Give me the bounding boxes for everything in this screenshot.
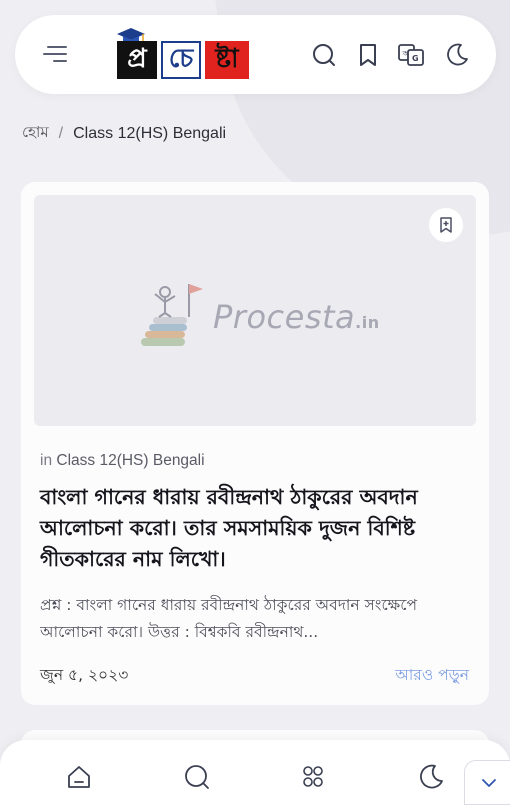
books-illustration-icon — [141, 284, 203, 346]
read-more-link[interactable]: আরও পড়ুন — [395, 663, 469, 689]
scroll-toggle-button[interactable] — [464, 760, 510, 805]
search-icon[interactable] — [309, 40, 339, 70]
svg-text:G: G — [412, 54, 419, 63]
category-link[interactable]: Class 12(HS) Bengali — [56, 452, 204, 469]
search-icon[interactable] — [182, 762, 212, 792]
logo-letter-1: প্র — [117, 41, 157, 79]
post-excerpt: প্রশ্ন : বাংলা গানের ধারায় রবীন্দ্রনাথ … — [40, 596, 417, 641]
dark-mode-icon[interactable] — [416, 762, 446, 792]
breadcrumb-current: Class 12(HS) Bengali — [73, 124, 227, 142]
bookmark-icon[interactable] — [353, 40, 383, 70]
top-header: প্র চে ষ্টা অ G — [15, 15, 496, 94]
breadcrumb-home-link[interactable]: হোম — [22, 121, 49, 146]
category-prefix: in — [40, 452, 53, 469]
dark-mode-icon[interactable] — [442, 40, 472, 70]
logo-letter-3: ষ্টা — [205, 41, 249, 79]
post-date: জুন ৫, ২০২৩ — [40, 666, 129, 684]
post-card: Procesta.in in Class 12(HS) Bengali বাংল… — [21, 182, 489, 705]
watermark-logo: Procesta.in — [139, 280, 379, 360]
translate-icon[interactable]: অ G — [396, 40, 426, 70]
logo-letter-2: চে — [161, 41, 201, 79]
add-bookmark-button[interactable] — [429, 208, 463, 242]
menu-icon[interactable] — [43, 46, 67, 64]
bottom-navigation — [0, 740, 510, 805]
breadcrumb-separator: / — [58, 124, 64, 142]
bookmark-add-icon — [440, 217, 452, 233]
categories-icon[interactable] — [298, 762, 328, 792]
watermark-brand: Procesta — [213, 298, 356, 336]
breadcrumb: হোম / Class 12(HS) Bengali — [22, 121, 226, 146]
chevron-down-icon — [482, 778, 496, 787]
svg-text:অ: অ — [402, 49, 411, 58]
watermark-text: Procesta.in — [213, 298, 380, 336]
home-icon[interactable] — [64, 762, 94, 792]
site-logo[interactable]: প্র চে ষ্টা — [101, 23, 281, 87]
post-title[interactable]: বাংলা গানের ধারায় রবীন্দ্রনাথ ঠাকুরের অ… — [40, 482, 470, 575]
post-category: in Class 12(HS) Bengali — [40, 452, 205, 470]
post-thumbnail[interactable]: Procesta.in — [34, 195, 476, 426]
watermark-suffix: .in — [355, 313, 380, 332]
